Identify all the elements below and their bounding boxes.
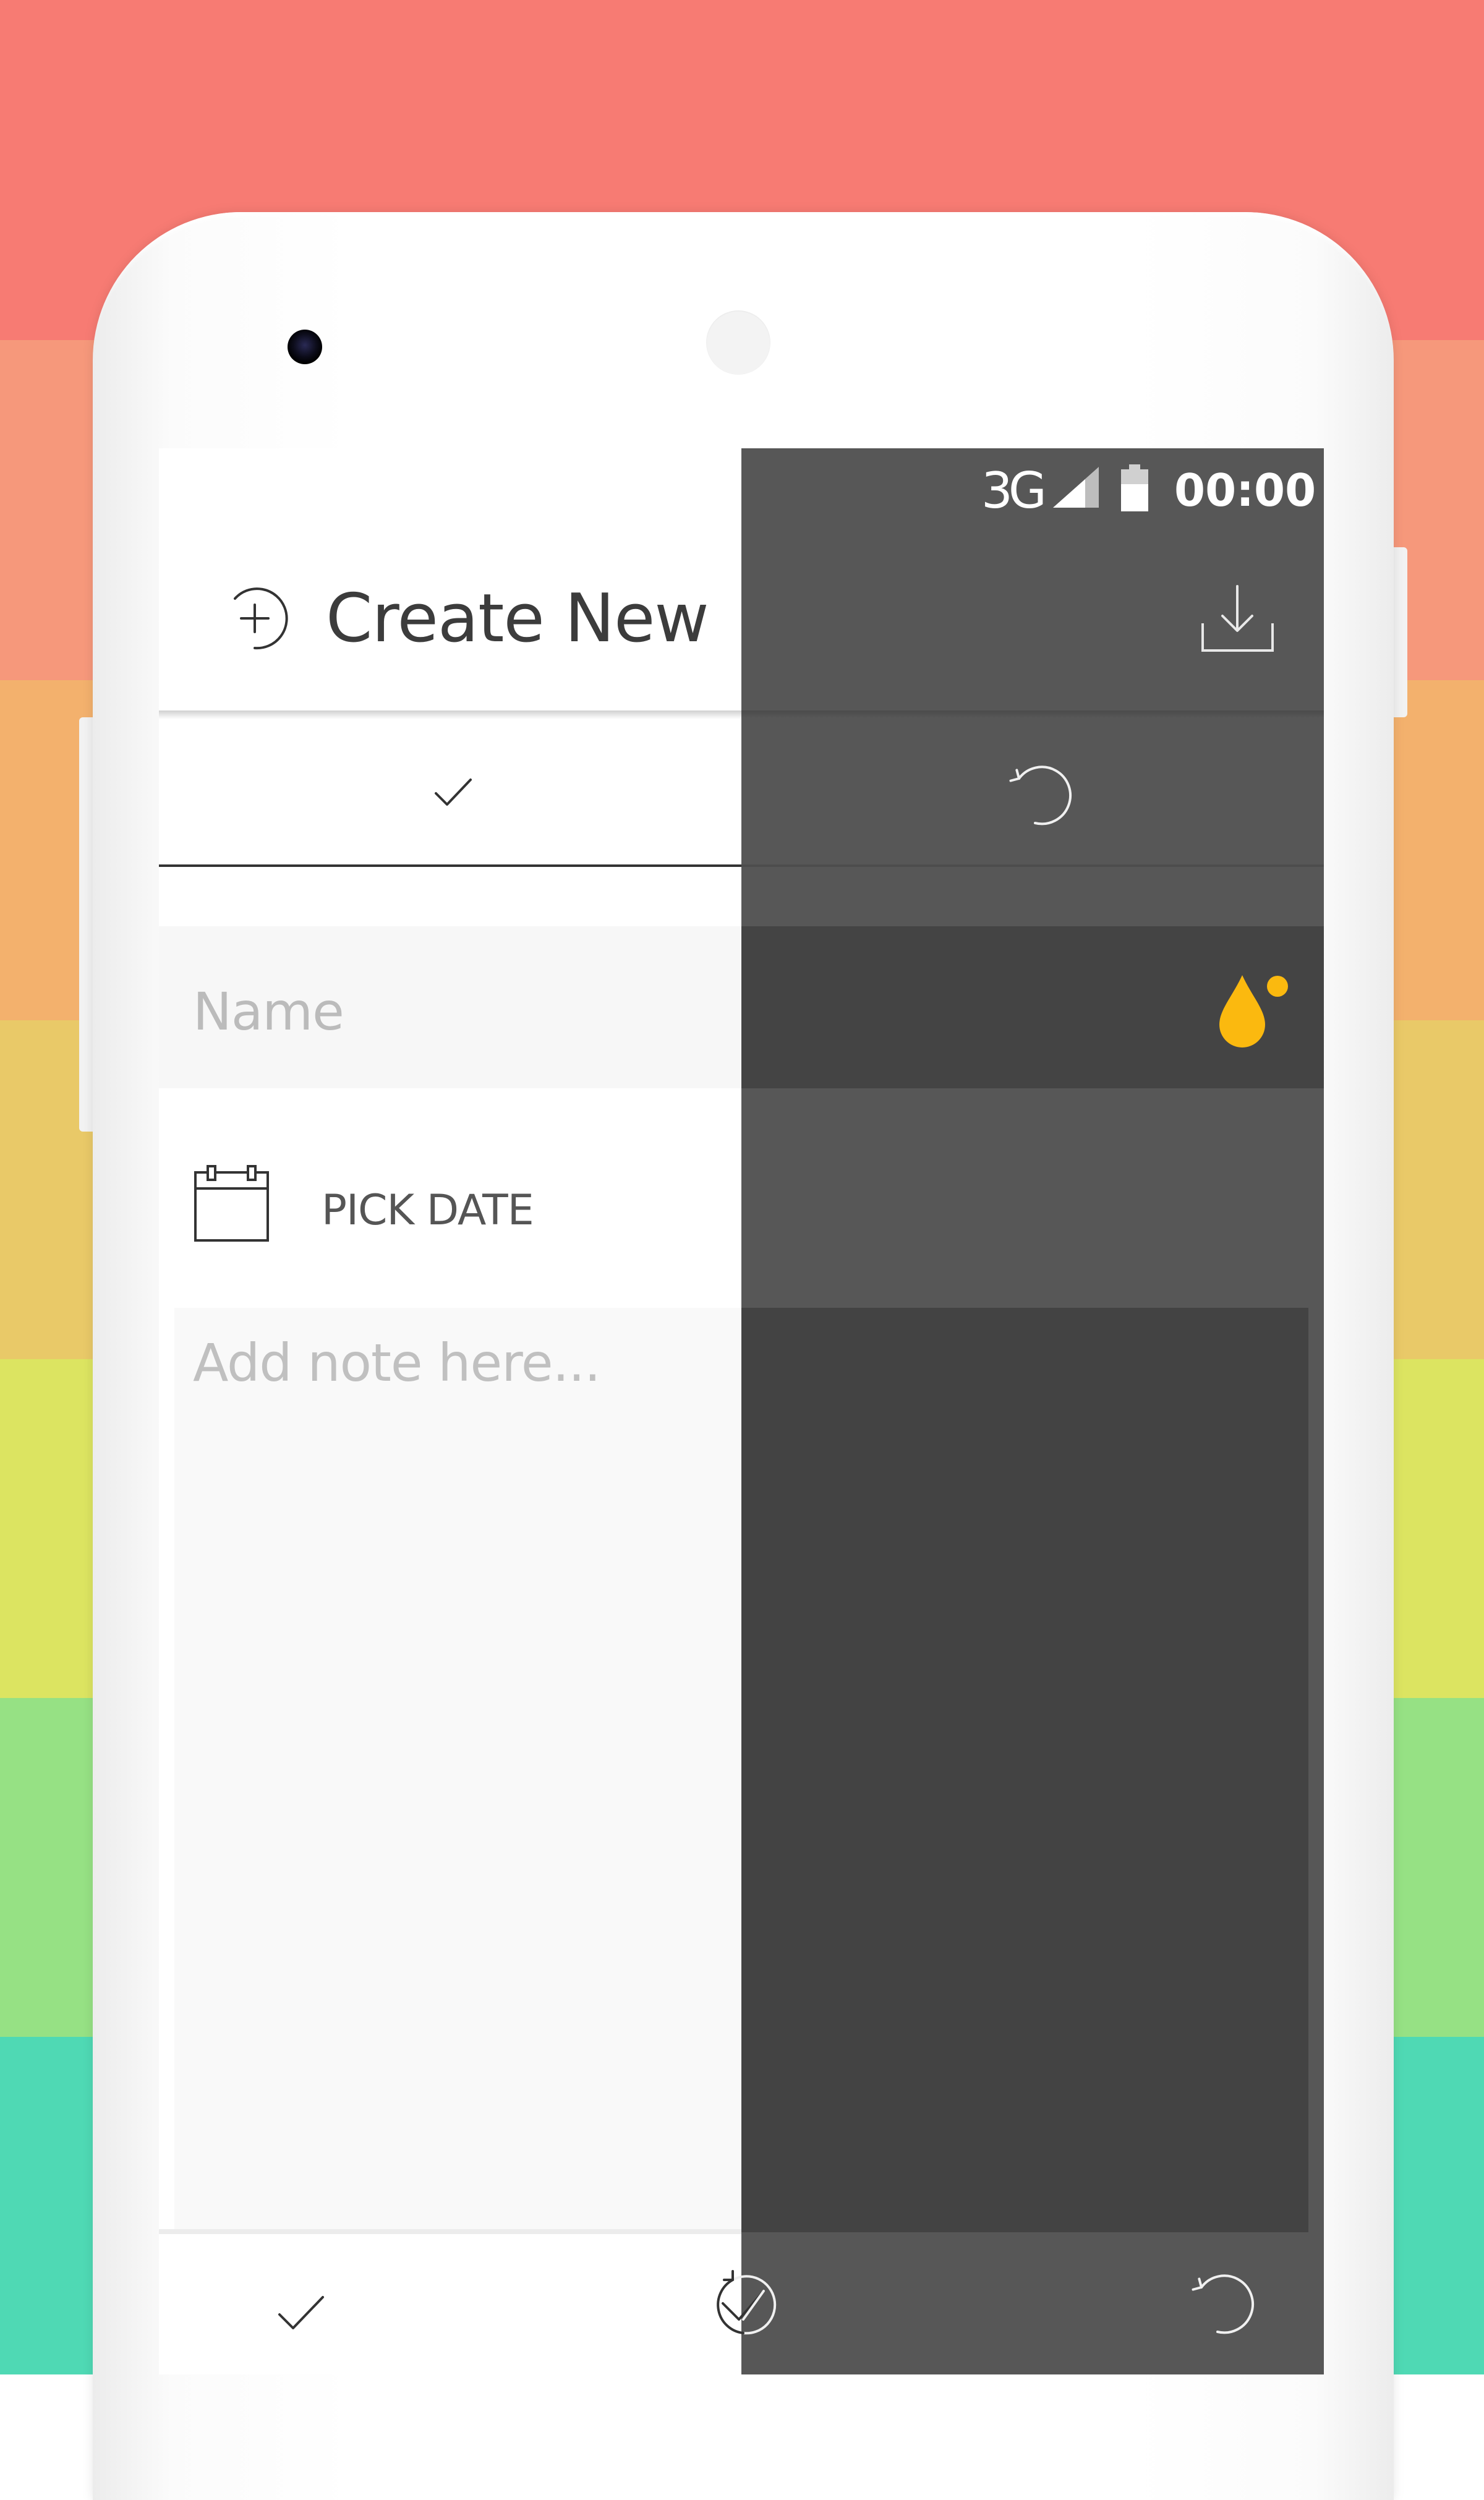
- download-icon[interactable]: [1199, 581, 1276, 659]
- status-bar: 3G 00:00: [741, 448, 1324, 529]
- volume-button: [79, 717, 94, 1132]
- bottom-check-button[interactable]: [273, 2285, 329, 2340]
- tab-check-icon[interactable]: [431, 770, 475, 814]
- name-field-row: [159, 926, 741, 1088]
- app-screen: Create New PICK DATE: [159, 448, 1324, 2374]
- note-input[interactable]: [193, 1333, 737, 2198]
- dark-app-bar-shadow: [741, 710, 1324, 718]
- earpiece-speaker-icon: [706, 310, 770, 375]
- power-button: [1392, 547, 1407, 717]
- tab-undo-icon[interactable]: [992, 751, 1078, 838]
- name-input[interactable]: [193, 982, 725, 1041]
- bottom-bar-divider: [159, 2229, 741, 2234]
- bottom-undo-button[interactable]: [1174, 2260, 1261, 2347]
- front-camera-icon: [288, 330, 322, 364]
- app-bar-shadow: [159, 710, 741, 719]
- app-bar-title[interactable]: Create New: [218, 579, 709, 657]
- network-type: 3G: [981, 462, 1047, 519]
- status-time: 00:00: [1174, 464, 1316, 516]
- status-time-wrap: 00:00: [1174, 464, 1316, 516]
- drop-color-icon[interactable]: [1214, 968, 1292, 1057]
- page-title: Create New: [326, 579, 709, 657]
- check-undo-icon[interactable]: [697, 2259, 790, 2345]
- light-theme-panel: Create New PICK DATE: [159, 448, 741, 2374]
- calendar-icon: [194, 1165, 269, 1242]
- cellular-signal-icon: [1053, 467, 1099, 508]
- tab-indicator: [159, 864, 741, 867]
- add-circle-icon: [234, 587, 288, 650]
- battery-icon: [1121, 464, 1148, 511]
- note-area: [174, 1308, 741, 2232]
- dark-tab-line: [741, 864, 1324, 867]
- dark-theme-panel: 3G 00:00: [741, 448, 1324, 2374]
- dark-note-area: [741, 1308, 1308, 2232]
- date-picker-row[interactable]: PICK DATE: [159, 1088, 741, 1308]
- pick-date-label: PICK DATE: [322, 1186, 534, 1235]
